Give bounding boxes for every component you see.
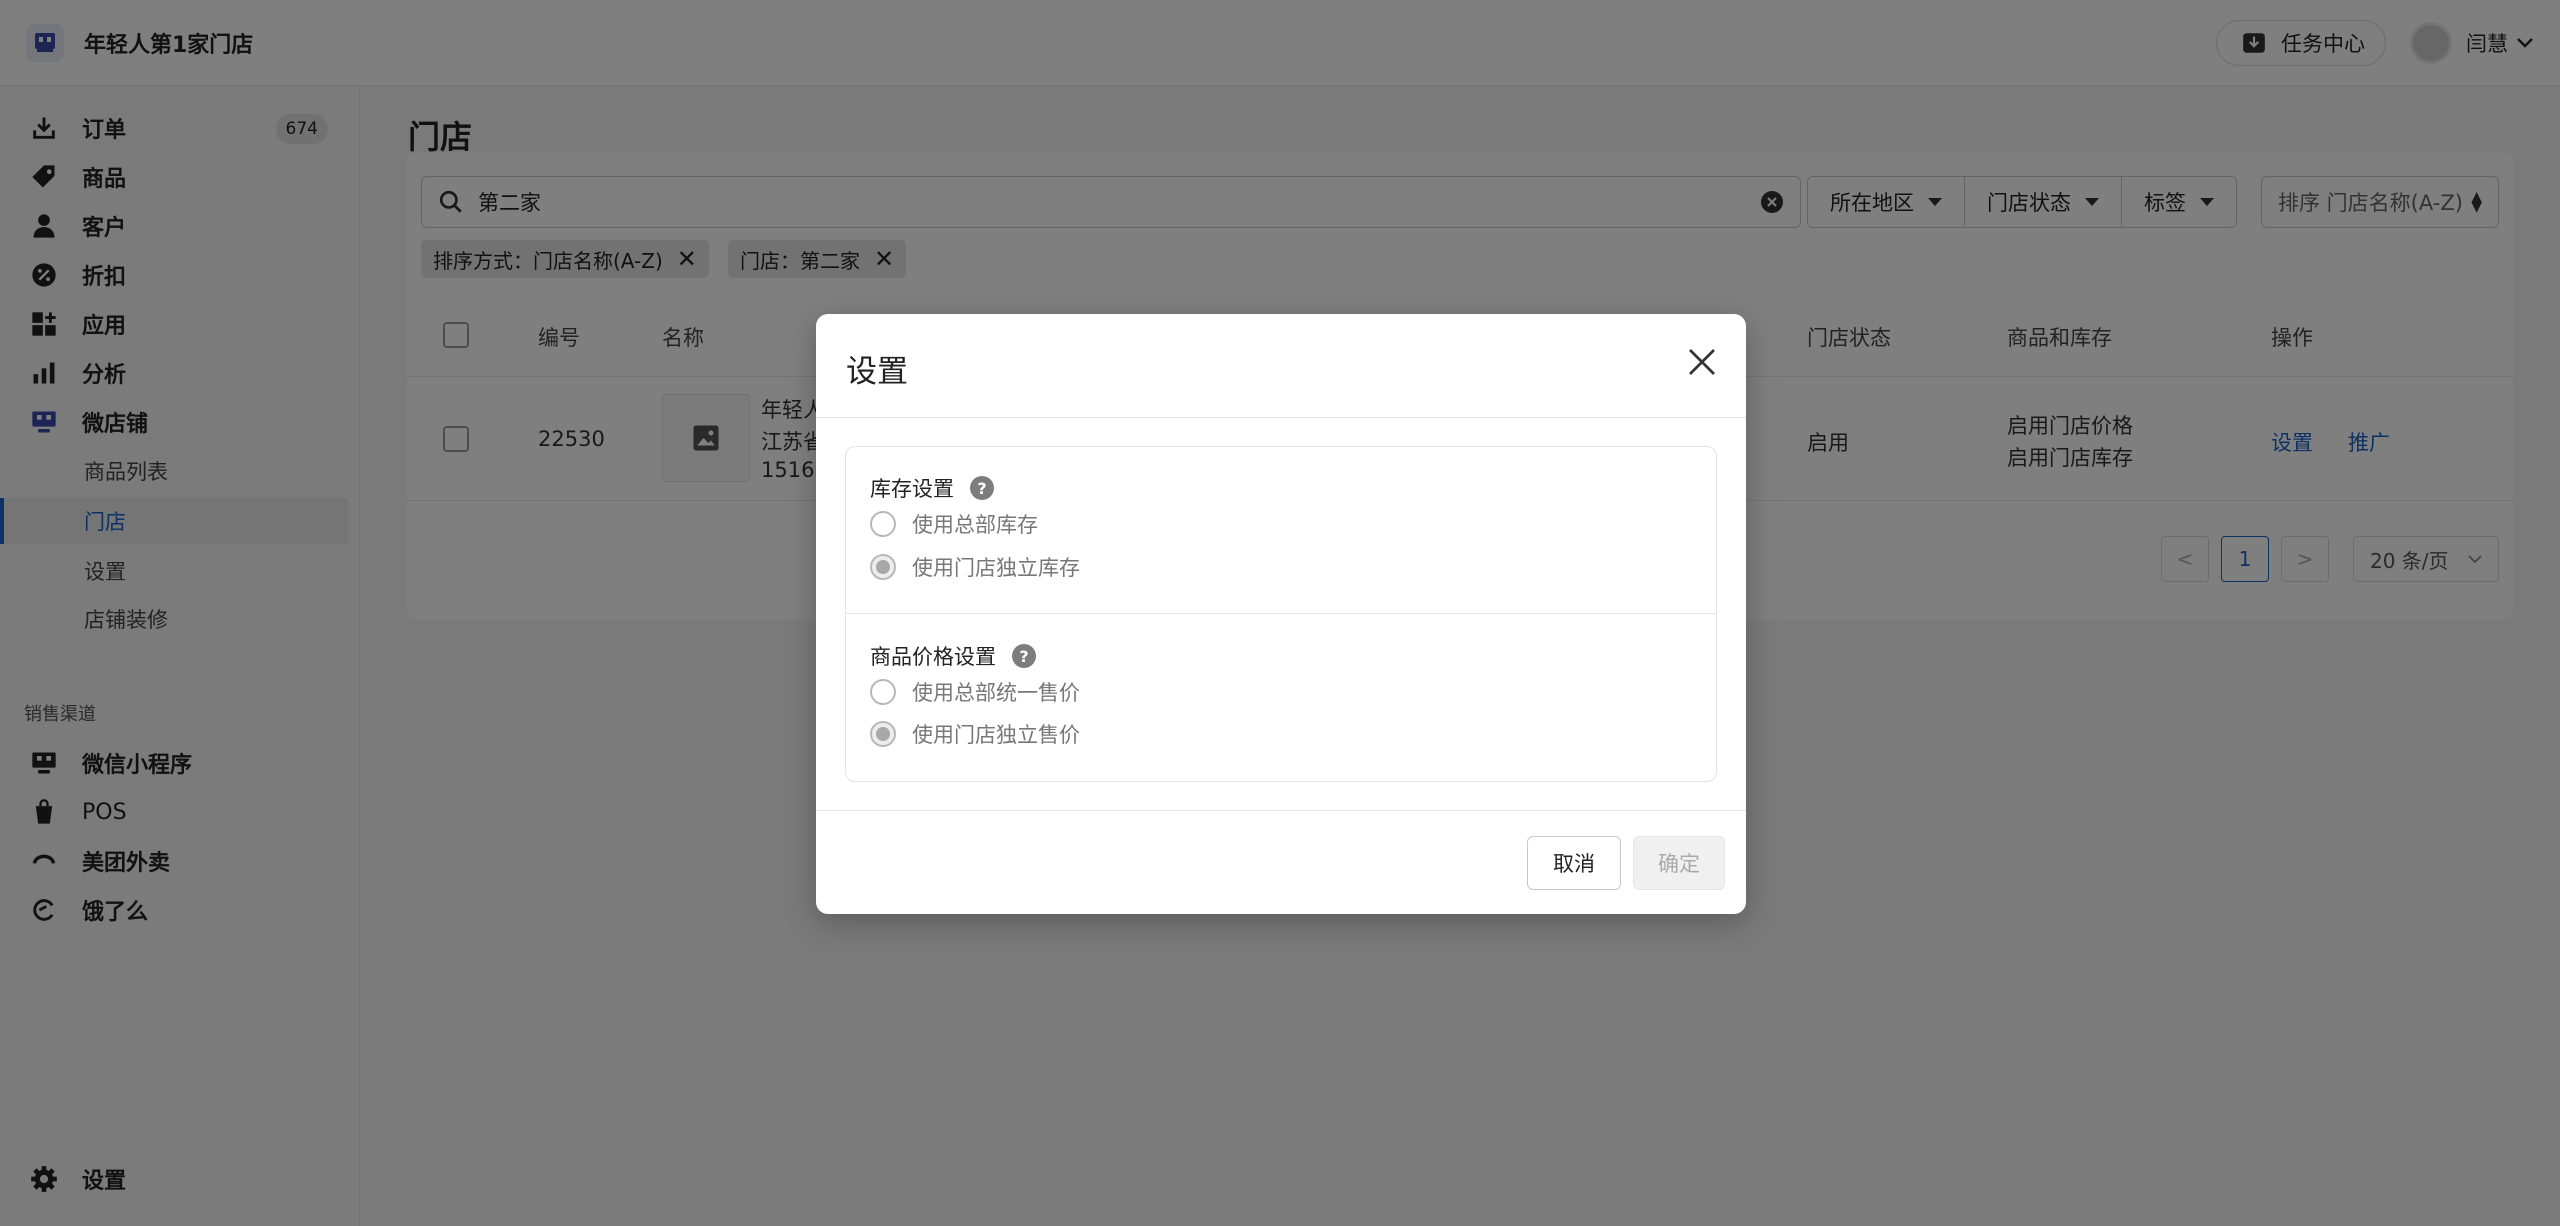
radio-label: 使用门店独立售价 (912, 723, 1080, 747)
radio-label: 使用门店独立库存 (912, 556, 1080, 580)
settings-box: 库存设置 ? 使用总部库存 使用门店独立库存 商品价格设置 ? 使用总部统一售价… (845, 446, 1717, 782)
settings-modal: 设置 库存设置 ? 使用总部库存 使用门店独立库存 商品价格设置 ? 使用总部统… (816, 314, 1746, 914)
group-divider (846, 613, 1716, 614)
radio-store-inventory[interactable]: 使用门店独立库存 (870, 552, 1080, 582)
radio-circle-selected (870, 721, 896, 747)
help-icon[interactable]: ? (1012, 644, 1036, 668)
radio-circle-selected (870, 554, 896, 580)
radio-store-price[interactable]: 使用门店独立售价 (870, 719, 1080, 749)
confirm-button[interactable]: 确定 (1633, 836, 1725, 890)
inventory-settings-title: 库存设置 ? (870, 473, 994, 503)
radio-circle (870, 679, 896, 705)
modal-header-divider (816, 417, 1746, 418)
group-title-label: 商品价格设置 (870, 645, 996, 669)
price-settings-title: 商品价格设置 ? (870, 641, 1036, 671)
radio-hq-inventory[interactable]: 使用总部库存 (870, 509, 1038, 539)
radio-label: 使用总部统一售价 (912, 681, 1080, 705)
radio-circle (870, 511, 896, 537)
radio-hq-price[interactable]: 使用总部统一售价 (870, 677, 1080, 707)
radio-label: 使用总部库存 (912, 513, 1038, 537)
cancel-button[interactable]: 取消 (1527, 836, 1621, 890)
help-icon[interactable]: ? (970, 476, 994, 500)
modal-title: 设置 (846, 354, 908, 390)
close-icon[interactable] (1686, 346, 1718, 378)
modal-footer-divider (816, 810, 1746, 811)
group-title-label: 库存设置 (870, 477, 954, 501)
